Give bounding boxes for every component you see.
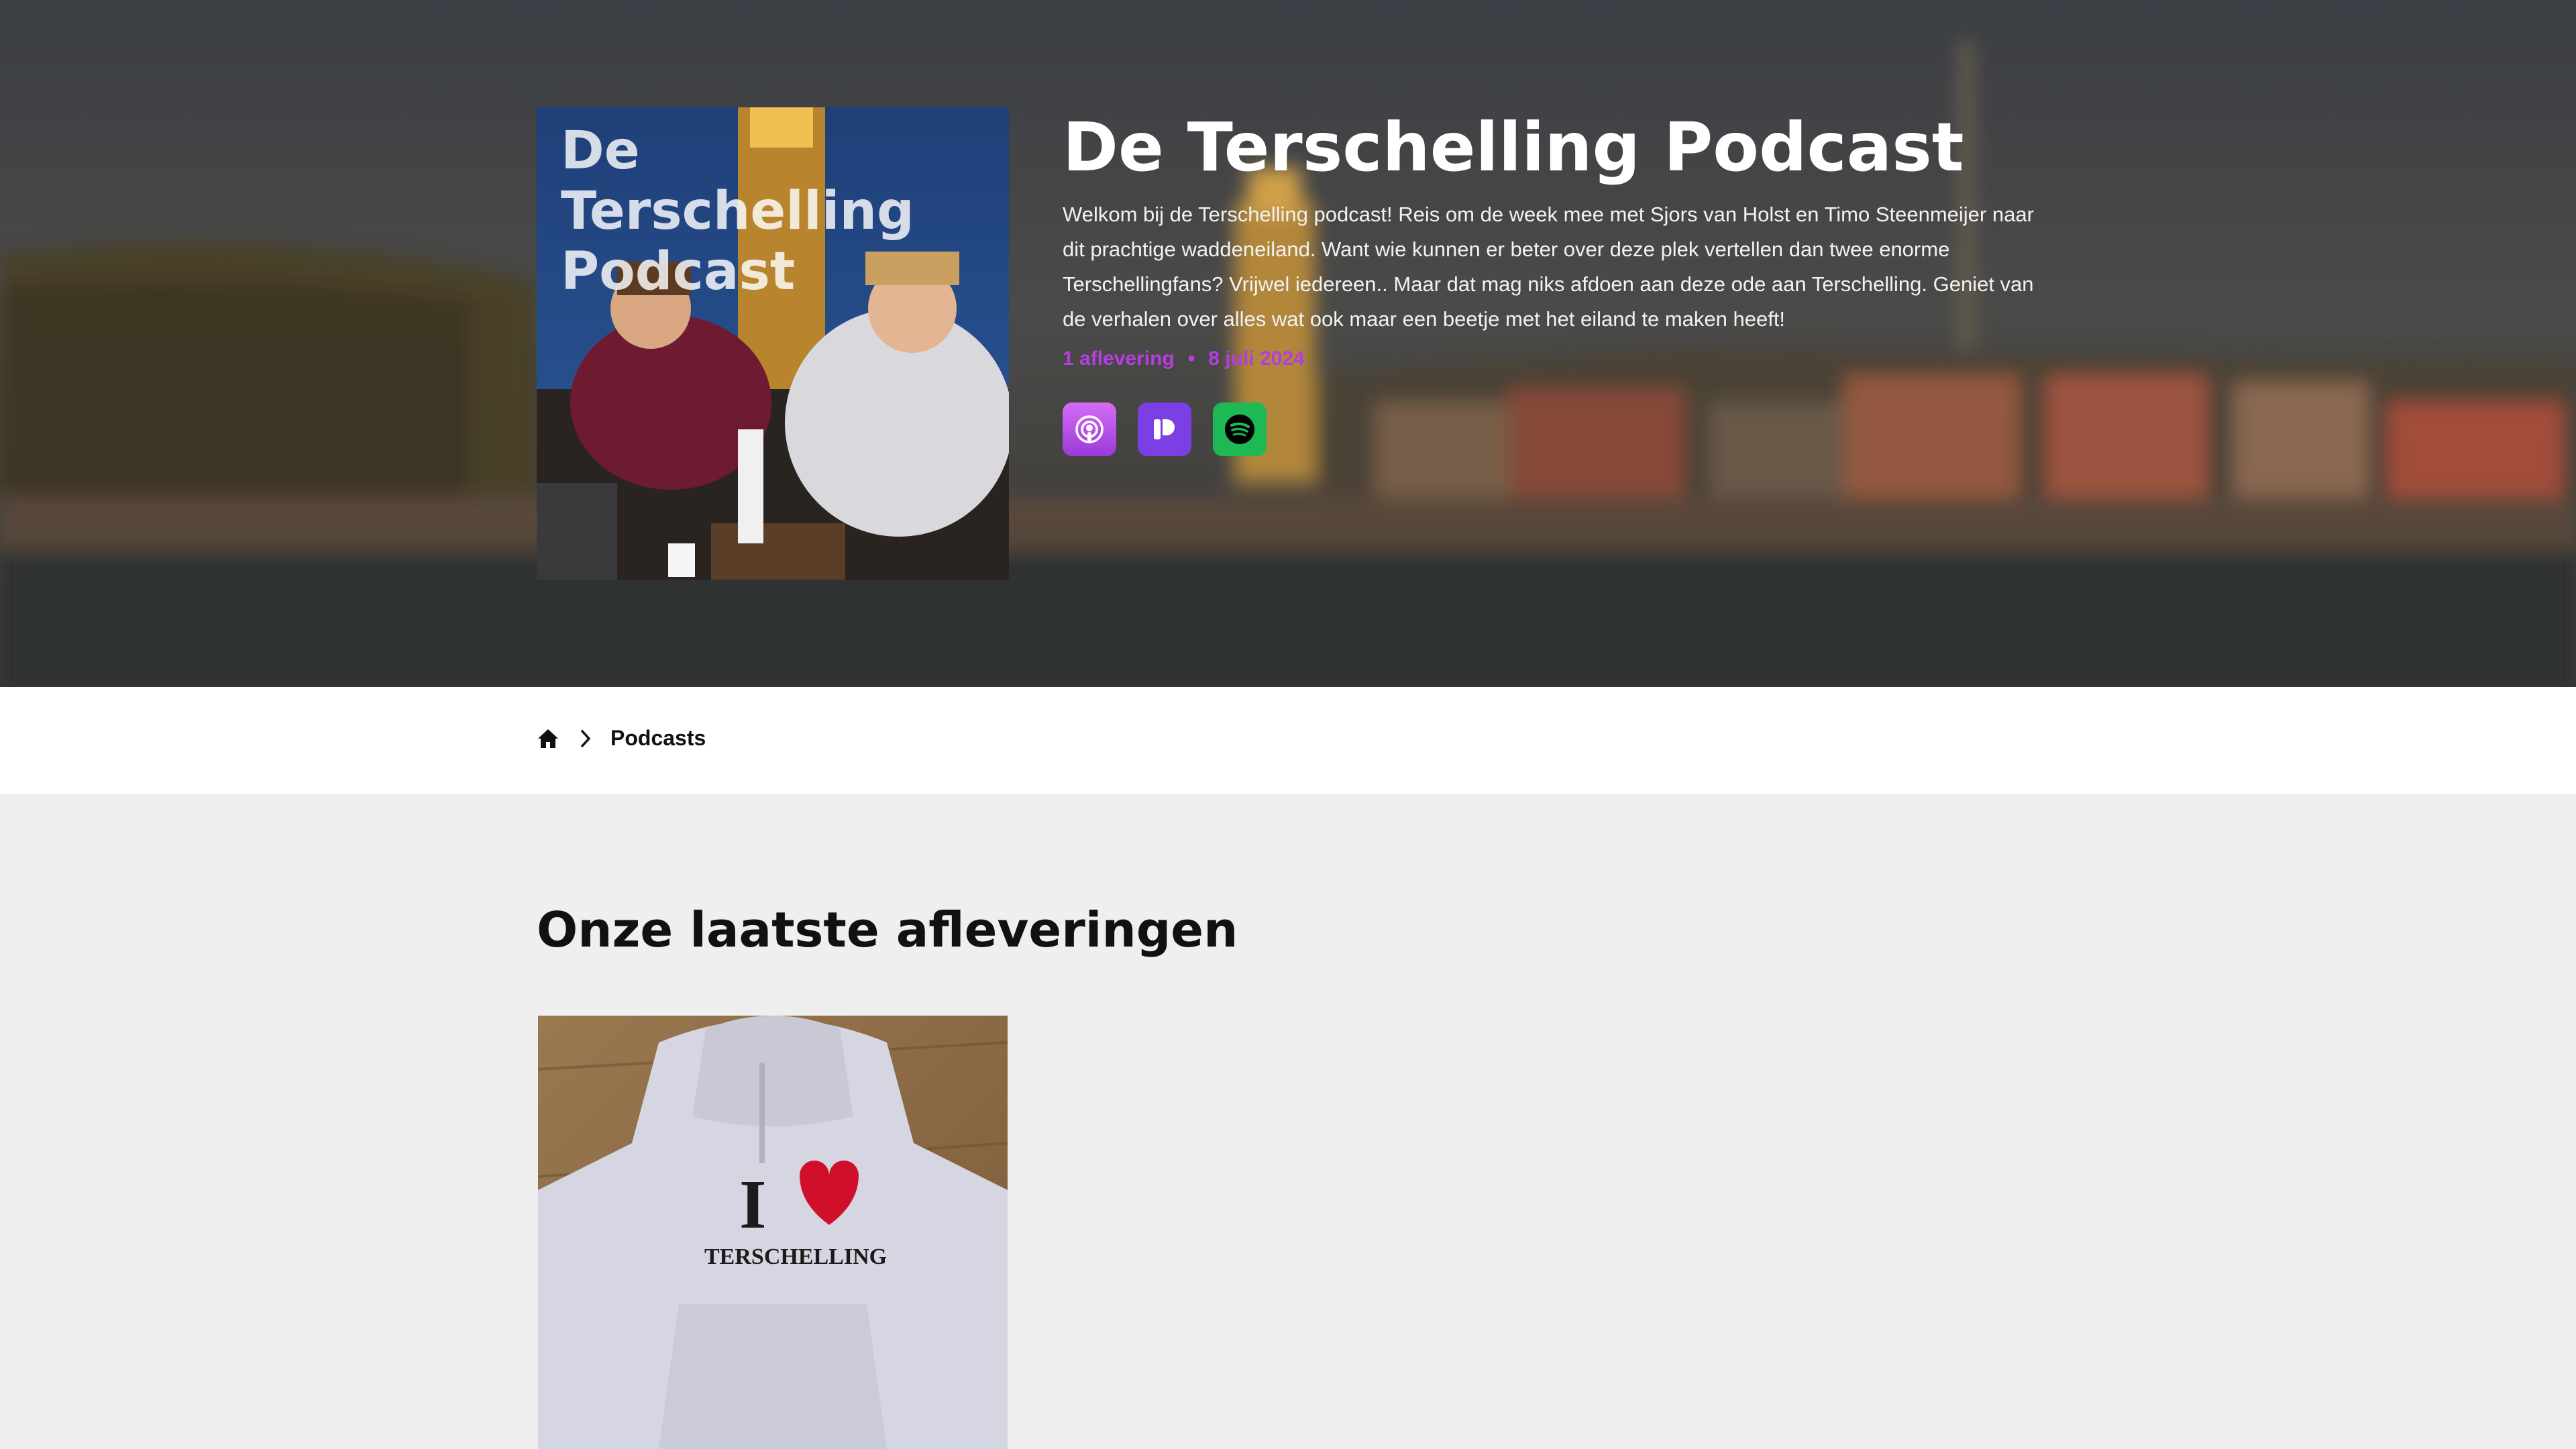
podcast-title: De Terschelling Podcast <box>1063 108 1964 186</box>
podcast-date: 8 juli 2024 <box>1208 347 1305 370</box>
meta-separator: • <box>1187 347 1195 370</box>
episode-image-text-top: I <box>739 1166 766 1243</box>
spotify-button[interactable] <box>1213 402 1267 456</box>
podcast-description: Welkom bij de Terschelling podcast! Reis… <box>1063 203 2034 331</box>
apple-podcasts-icon <box>1075 415 1104 443</box>
chevron-right-icon <box>581 729 590 747</box>
podimo-icon <box>1154 419 1175 439</box>
episode-card[interactable]: I TERSCHELLING <box>538 1016 1008 1449</box>
platform-links <box>1063 402 1267 456</box>
spotify-icon <box>1225 415 1254 444</box>
episode-count: 1 aflevering <box>1063 347 1175 370</box>
hero-background-image <box>0 0 2576 687</box>
episode-image-text-bottom: TERSCHELLING <box>704 1244 887 1269</box>
apple-podcasts-button[interactable] <box>1063 402 1116 456</box>
podcast-meta: 1 aflevering • 8 juli 2024 <box>1063 347 1305 370</box>
podimo-button[interactable] <box>1138 402 1191 456</box>
breadcrumb: Podcasts <box>0 687 2576 794</box>
breadcrumb-current: Podcasts <box>610 726 706 750</box>
home-icon <box>538 729 558 748</box>
podcast-cover-image: De Terschelling Podcast <box>537 107 1009 580</box>
podcast-hero: De Terschelling Podcast De Terschelling … <box>0 0 2576 687</box>
episodes-section-title: Onze laatste afleveringen <box>537 902 1238 958</box>
cover-title-overlay: De Terschelling Podcast <box>561 121 914 302</box>
breadcrumb-home-link[interactable] <box>537 728 559 749</box>
episode-image: I TERSCHELLING <box>538 1016 1008 1449</box>
